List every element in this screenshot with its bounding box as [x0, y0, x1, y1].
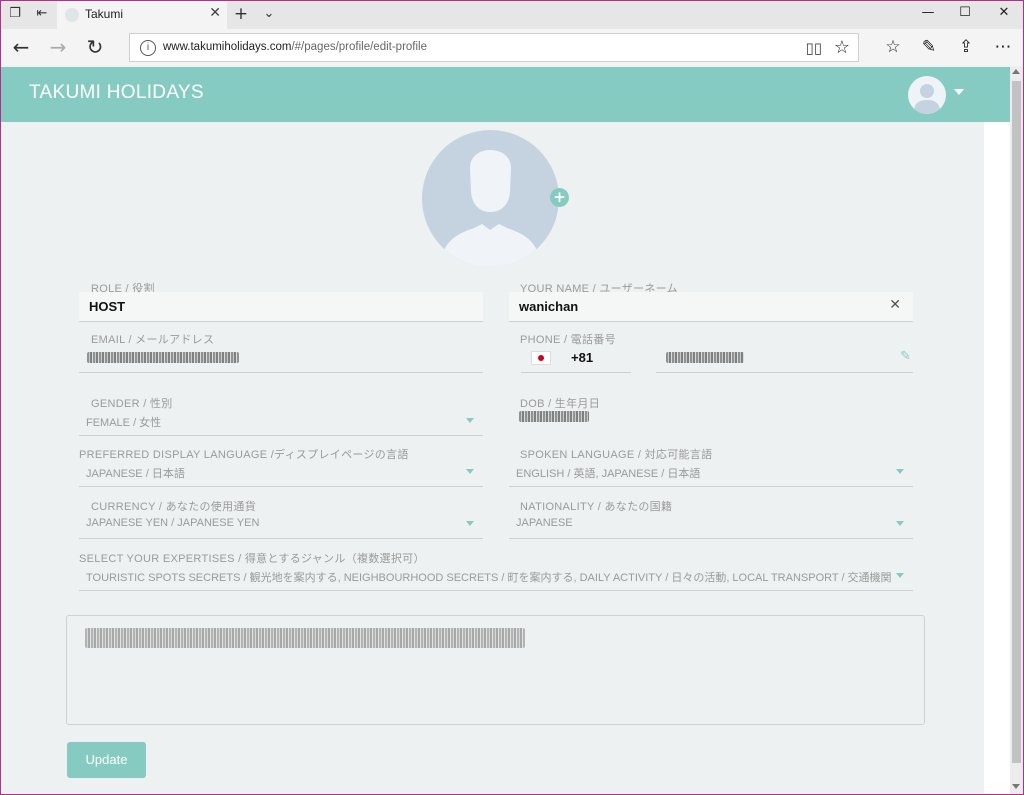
share-icon[interactable]: ⇪ — [954, 36, 978, 58]
dropdown-caret-icon — [896, 469, 904, 474]
phone-value-redacted — [666, 352, 744, 363]
phone-country-select[interactable]: +81 — [521, 343, 631, 373]
dob-input[interactable] — [509, 406, 913, 436]
brand-title[interactable]: TAKUMI HOLIDAYS — [29, 82, 204, 104]
role-value: HOST — [89, 299, 126, 314]
scroll-down-icon[interactable] — [1012, 784, 1020, 789]
dropdown-caret-icon — [466, 418, 474, 423]
nationality-value: JAPANESE — [516, 517, 573, 529]
dropdown-caret-icon — [896, 573, 904, 578]
edit-profile-form: + ROLE / 役割 HOST YOUR NAME / ユーザーネーム wan… — [1, 122, 984, 794]
dob-value-redacted — [519, 411, 589, 422]
role-field: HOST — [79, 292, 483, 322]
dropdown-caret-icon — [466, 469, 474, 474]
country-code: +81 — [571, 350, 594, 365]
expertises-select[interactable]: TOURISTIC SPOTS SECRETS / 観光地を案内する, NEIG… — [79, 561, 913, 591]
refresh-icon[interactable]: ↻ — [83, 36, 107, 58]
scroll-thumb[interactable] — [1012, 81, 1021, 763]
user-avatar-icon[interactable] — [908, 76, 946, 114]
tab-bar: ❐ ⇤ Takumi ✕ + ⌄ — ☐ ✕ — [1, 1, 1023, 29]
back-tabs-icon[interactable]: ⇤ — [34, 6, 50, 22]
name-input[interactable]: wanichan ✕ — [509, 292, 913, 322]
currency-select[interactable]: JAPANESE YEN / JAPANESE YEN — [79, 509, 483, 539]
favorite-star-icon[interactable]: ☆ — [834, 37, 850, 58]
browser-tab[interactable]: Takumi ✕ — [57, 1, 227, 29]
tab-title: Takumi — [85, 7, 124, 21]
update-button[interactable]: Update — [67, 742, 146, 778]
scroll-up-icon[interactable] — [1012, 69, 1020, 74]
minimize-icon[interactable]: — — [913, 5, 943, 25]
browser-window: ❐ ⇤ Takumi ✕ + ⌄ — ☐ ✕ ← → ↻ i www.takum… — [0, 0, 1024, 795]
close-icon[interactable]: ✕ — [989, 5, 1019, 25]
favorites-list-icon[interactable]: ☆ — [881, 36, 905, 58]
display-language-value: JAPANESE / 日本語 — [86, 468, 185, 480]
japan-flag-icon — [531, 351, 551, 365]
nationality-select[interactable]: JAPANESE — [509, 509, 913, 539]
reading-view-icon[interactable]: ▯▯ — [805, 39, 822, 57]
spoken-language-value: ENGLISH / 英語, JAPANESE / 日本語 — [516, 468, 701, 480]
tab-favicon — [65, 8, 79, 22]
gender-value: FEMALE / 女性 — [86, 417, 162, 429]
currency-value: JAPANESE YEN / JAPANESE YEN — [86, 517, 260, 529]
dropdown-caret-icon — [466, 521, 474, 526]
url-text: www.takumiholidays.com/#/pages/profile/e… — [163, 41, 427, 53]
tabs-icon[interactable]: ❐ — [7, 6, 23, 22]
gender-select[interactable]: FEMALE / 女性 — [79, 406, 483, 436]
app-header: TAKUMI HOLIDAYS — [1, 67, 1010, 122]
address-bar[interactable]: i www.takumiholidays.com/#/pages/profile… — [129, 33, 859, 62]
spoken-language-select[interactable]: ENGLISH / 英語, JAPANESE / 日本語 — [509, 457, 913, 487]
tab-list-icon[interactable]: ⌄ — [261, 6, 277, 22]
add-photo-icon[interactable]: + — [550, 188, 569, 207]
tab-close-icon[interactable]: ✕ — [209, 5, 221, 21]
email-value-redacted — [87, 352, 239, 363]
navigation-bar: ← → ↻ i www.takumiholidays.com/#/pages/p… — [1, 29, 1023, 66]
new-tab-icon[interactable]: + — [233, 6, 249, 23]
forward-icon[interactable]: → — [46, 36, 70, 58]
info-icon[interactable]: i — [140, 40, 156, 56]
phone-number-input[interactable]: ✎ — [656, 343, 913, 373]
expertises-value: TOURISTIC SPOTS SECRETS / 観光地を案内する, NEIG… — [86, 572, 892, 584]
name-value: wanichan — [519, 299, 579, 314]
user-menu-caret-icon[interactable] — [954, 89, 964, 95]
bio-value-redacted — [85, 628, 525, 648]
dropdown-caret-icon — [896, 521, 904, 526]
profile-photo[interactable] — [422, 130, 559, 267]
notes-icon[interactable]: ✎ — [917, 36, 941, 58]
content-margin — [984, 122, 1010, 794]
edit-pencil-icon[interactable]: ✎ — [900, 349, 911, 364]
clear-icon[interactable]: ✕ — [889, 297, 901, 313]
more-icon[interactable]: ⋯ — [991, 36, 1015, 58]
display-language-select[interactable]: JAPANESE / 日本語 — [79, 457, 483, 487]
email-input[interactable] — [79, 343, 483, 373]
back-icon[interactable]: ← — [9, 36, 33, 58]
bio-textarea[interactable] — [66, 615, 925, 725]
maximize-icon[interactable]: ☐ — [950, 5, 980, 25]
